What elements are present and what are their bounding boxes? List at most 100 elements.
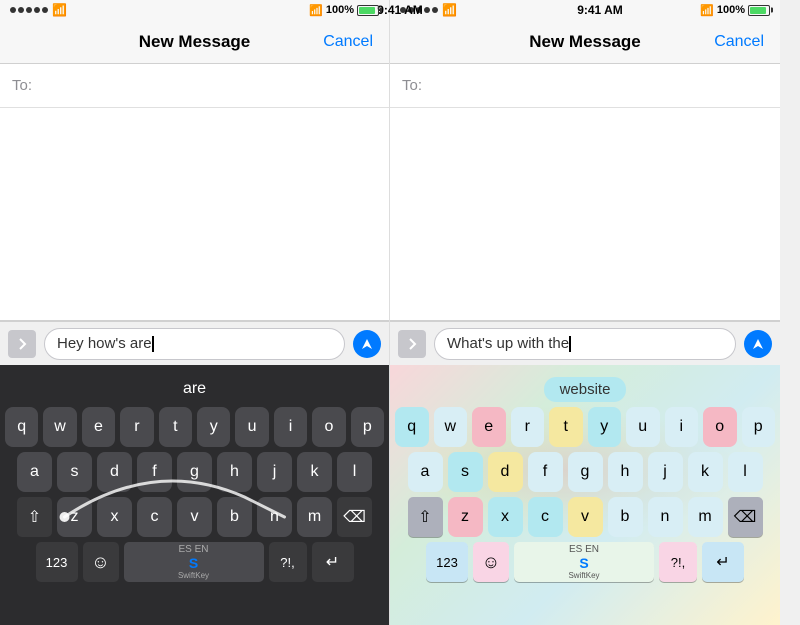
key-emoji-right[interactable]: ☺ <box>473 542 509 582</box>
key-punctuation-right[interactable]: ?!, <box>659 542 697 582</box>
key-q-right[interactable]: q <box>395 407 429 447</box>
cancel-button-left[interactable]: Cancel <box>323 33 373 51</box>
left-phone: 📶 9:41 AM 📶 100% New Message Cancel To: … <box>0 0 390 625</box>
time-left: 9:41 AM <box>377 3 423 17</box>
key-v-left[interactable]: v <box>177 497 212 537</box>
key-u-right[interactable]: u <box>626 407 660 447</box>
message-input-right[interactable]: What's up with the <box>434 328 736 360</box>
message-input-left[interactable]: Hey how's are <box>44 328 345 360</box>
key-punctuation-left[interactable]: ?!, <box>269 542 307 582</box>
battery-text-right: 100% <box>717 4 745 16</box>
key-d-left[interactable]: d <box>97 452 132 492</box>
prediction-word-left[interactable]: are <box>183 380 206 398</box>
key-y-right[interactable]: y <box>588 407 622 447</box>
key-shift-right[interactable]: ⇧ <box>408 497 443 537</box>
key-f-left[interactable]: f <box>137 452 172 492</box>
key-space-left[interactable]: ES EN S SwiftKey <box>124 542 264 582</box>
key-p-right[interactable]: p <box>742 407 776 447</box>
send-button-right[interactable] <box>744 330 772 358</box>
key-n-left[interactable]: n <box>257 497 292 537</box>
key-s-left[interactable]: s <box>57 452 92 492</box>
key-m-right[interactable]: m <box>688 497 723 537</box>
key-v-right[interactable]: v <box>568 497 603 537</box>
key-g-right[interactable]: g <box>568 452 603 492</box>
send-button-left[interactable] <box>353 330 381 358</box>
key-delete-right[interactable]: ⌫ <box>728 497 763 537</box>
key-z-right[interactable]: z <box>448 497 483 537</box>
text-cursor-left <box>152 336 154 352</box>
key-h-left[interactable]: h <box>217 452 252 492</box>
key-return-right[interactable]: ↵ <box>702 542 744 582</box>
key-r-right[interactable]: r <box>511 407 545 447</box>
key-j-left[interactable]: j <box>257 452 292 492</box>
key-o-right[interactable]: o <box>703 407 737 447</box>
key-e-right[interactable]: e <box>472 407 506 447</box>
space-lang-label-right: ES EN <box>569 544 599 555</box>
key-l-right[interactable]: l <box>728 452 763 492</box>
battery-fill <box>359 7 375 14</box>
key-x-right[interactable]: x <box>488 497 523 537</box>
signal-dot-1 <box>10 7 16 13</box>
key-q-left[interactable]: q <box>5 407 38 447</box>
key-k-right[interactable]: k <box>688 452 723 492</box>
keyboard-right: website q w e r t y u i o p a s d f g h … <box>390 365 780 625</box>
key-f-right[interactable]: f <box>528 452 563 492</box>
key-s-right[interactable]: s <box>448 452 483 492</box>
key-h-right[interactable]: h <box>608 452 643 492</box>
to-label-left: To: <box>12 77 32 94</box>
key-w-right[interactable]: w <box>434 407 468 447</box>
key-u-left[interactable]: u <box>235 407 268 447</box>
text-cursor-right <box>569 336 571 352</box>
key-i-right[interactable]: i <box>665 407 699 447</box>
key-w-left[interactable]: w <box>43 407 76 447</box>
send-icon-left <box>360 337 374 351</box>
key-m-left[interactable]: m <box>297 497 332 537</box>
key-r-left[interactable]: r <box>120 407 153 447</box>
status-bar-right: 📶 9:41 AM 📶 100% <box>390 0 780 20</box>
key-numbers-left[interactable]: 123 <box>36 542 78 582</box>
key-numbers-right[interactable]: 123 <box>426 542 468 582</box>
key-row-2-left: a s d f g h j k l <box>3 452 386 492</box>
nav-title-left: New Message <box>139 32 251 52</box>
key-n-right[interactable]: n <box>648 497 683 537</box>
key-l-left[interactable]: l <box>337 452 372 492</box>
key-c-right[interactable]: c <box>528 497 563 537</box>
key-k-left[interactable]: k <box>297 452 332 492</box>
status-right-r: 📶 100% <box>700 4 770 17</box>
key-b-right[interactable]: b <box>608 497 643 537</box>
compose-area-right: To: <box>390 64 780 321</box>
key-o-left[interactable]: o <box>312 407 345 447</box>
key-g-left[interactable]: g <box>177 452 212 492</box>
key-y-left[interactable]: y <box>197 407 230 447</box>
key-space-right[interactable]: ES EN S SwiftKey <box>514 542 654 582</box>
key-t-left[interactable]: t <box>159 407 192 447</box>
bluetooth-icon: 📶 <box>309 4 323 17</box>
key-x-left[interactable]: x <box>97 497 132 537</box>
cancel-button-right[interactable]: Cancel <box>714 33 764 51</box>
key-return-left[interactable]: ↵ <box>312 542 354 582</box>
expand-button-left[interactable] <box>8 330 36 358</box>
key-a-right[interactable]: a <box>408 452 443 492</box>
key-t-right[interactable]: t <box>549 407 583 447</box>
signal-dot-5 <box>42 7 48 13</box>
key-j-right[interactable]: j <box>648 452 683 492</box>
prediction-word-right[interactable]: website <box>544 377 627 402</box>
key-shift-left[interactable]: ⇧ <box>17 497 52 537</box>
status-bar-left: 📶 9:41 AM 📶 100% <box>0 0 389 20</box>
key-c-left[interactable]: c <box>137 497 172 537</box>
key-i-left[interactable]: i <box>274 407 307 447</box>
key-e-left[interactable]: e <box>82 407 115 447</box>
key-z-left[interactable]: z <box>57 497 92 537</box>
key-a-left[interactable]: a <box>17 452 52 492</box>
key-d-right[interactable]: d <box>488 452 523 492</box>
bluetooth-icon-right: 📶 <box>700 4 714 17</box>
swiftkey-name-right: SwiftKey <box>568 571 599 580</box>
key-b-left[interactable]: b <box>217 497 252 537</box>
key-row-bottom-right: 123 ☺ ES EN S SwiftKey ?!, ↵ <box>393 542 777 582</box>
key-p-left[interactable]: p <box>351 407 384 447</box>
key-emoji-left[interactable]: ☺ <box>83 542 119 582</box>
expand-button-right[interactable] <box>398 330 426 358</box>
key-delete-left[interactable]: ⌫ <box>337 497 372 537</box>
swiftkey-name-left: SwiftKey <box>178 571 209 580</box>
nav-bar-right: New Message Cancel <box>390 20 780 64</box>
